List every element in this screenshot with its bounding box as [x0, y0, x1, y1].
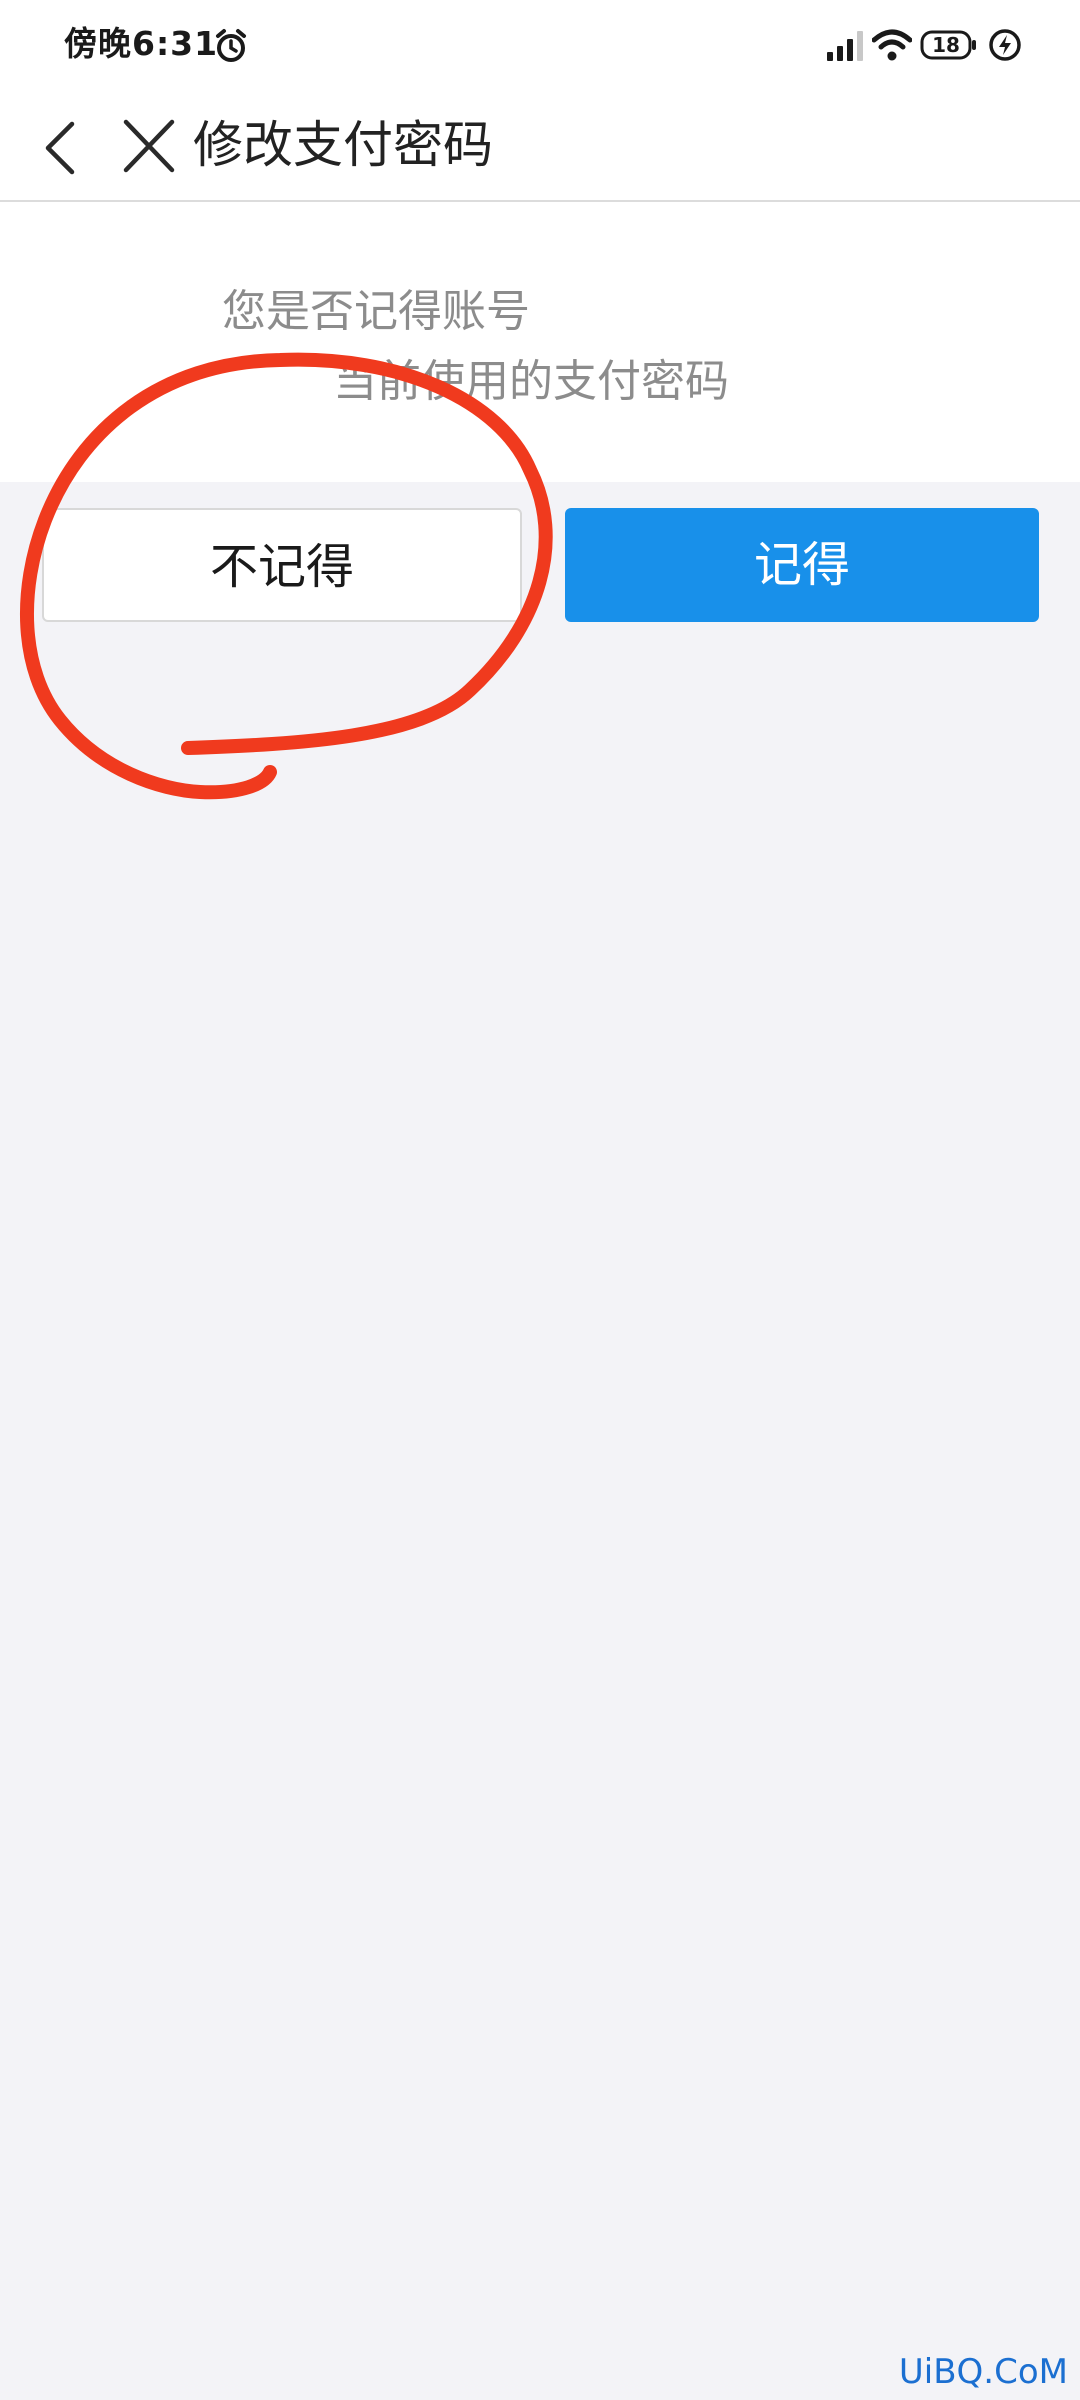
- charging-icon: [988, 28, 1022, 66]
- nav-bar: 修改支付密码: [0, 92, 1080, 202]
- signal-icon: [826, 30, 866, 66]
- watermark: UiBQ.CoM: [898, 2352, 1068, 2392]
- battery-icon: 18: [920, 29, 978, 65]
- question-panel: 您是否记得账号 当前使用的支付密码: [0, 202, 1080, 482]
- wifi-icon: [871, 28, 913, 66]
- close-button[interactable]: [114, 106, 184, 186]
- status-time: 傍晚6:31: [64, 24, 219, 63]
- remember-button[interactable]: 记得: [565, 508, 1039, 622]
- question-line-2: 当前使用的支付密码: [333, 356, 729, 407]
- page-title: 修改支付密码: [193, 116, 493, 174]
- close-icon: [123, 119, 175, 173]
- alarm-icon: [213, 28, 249, 68]
- battery-level: 18: [932, 33, 960, 57]
- status-bar: 傍晚6:31 18: [0, 0, 1080, 92]
- question-line-1: 您是否记得账号: [222, 286, 530, 337]
- forgot-button[interactable]: 不记得: [42, 508, 522, 622]
- back-arrow-icon: [45, 121, 75, 175]
- back-button[interactable]: [34, 106, 94, 186]
